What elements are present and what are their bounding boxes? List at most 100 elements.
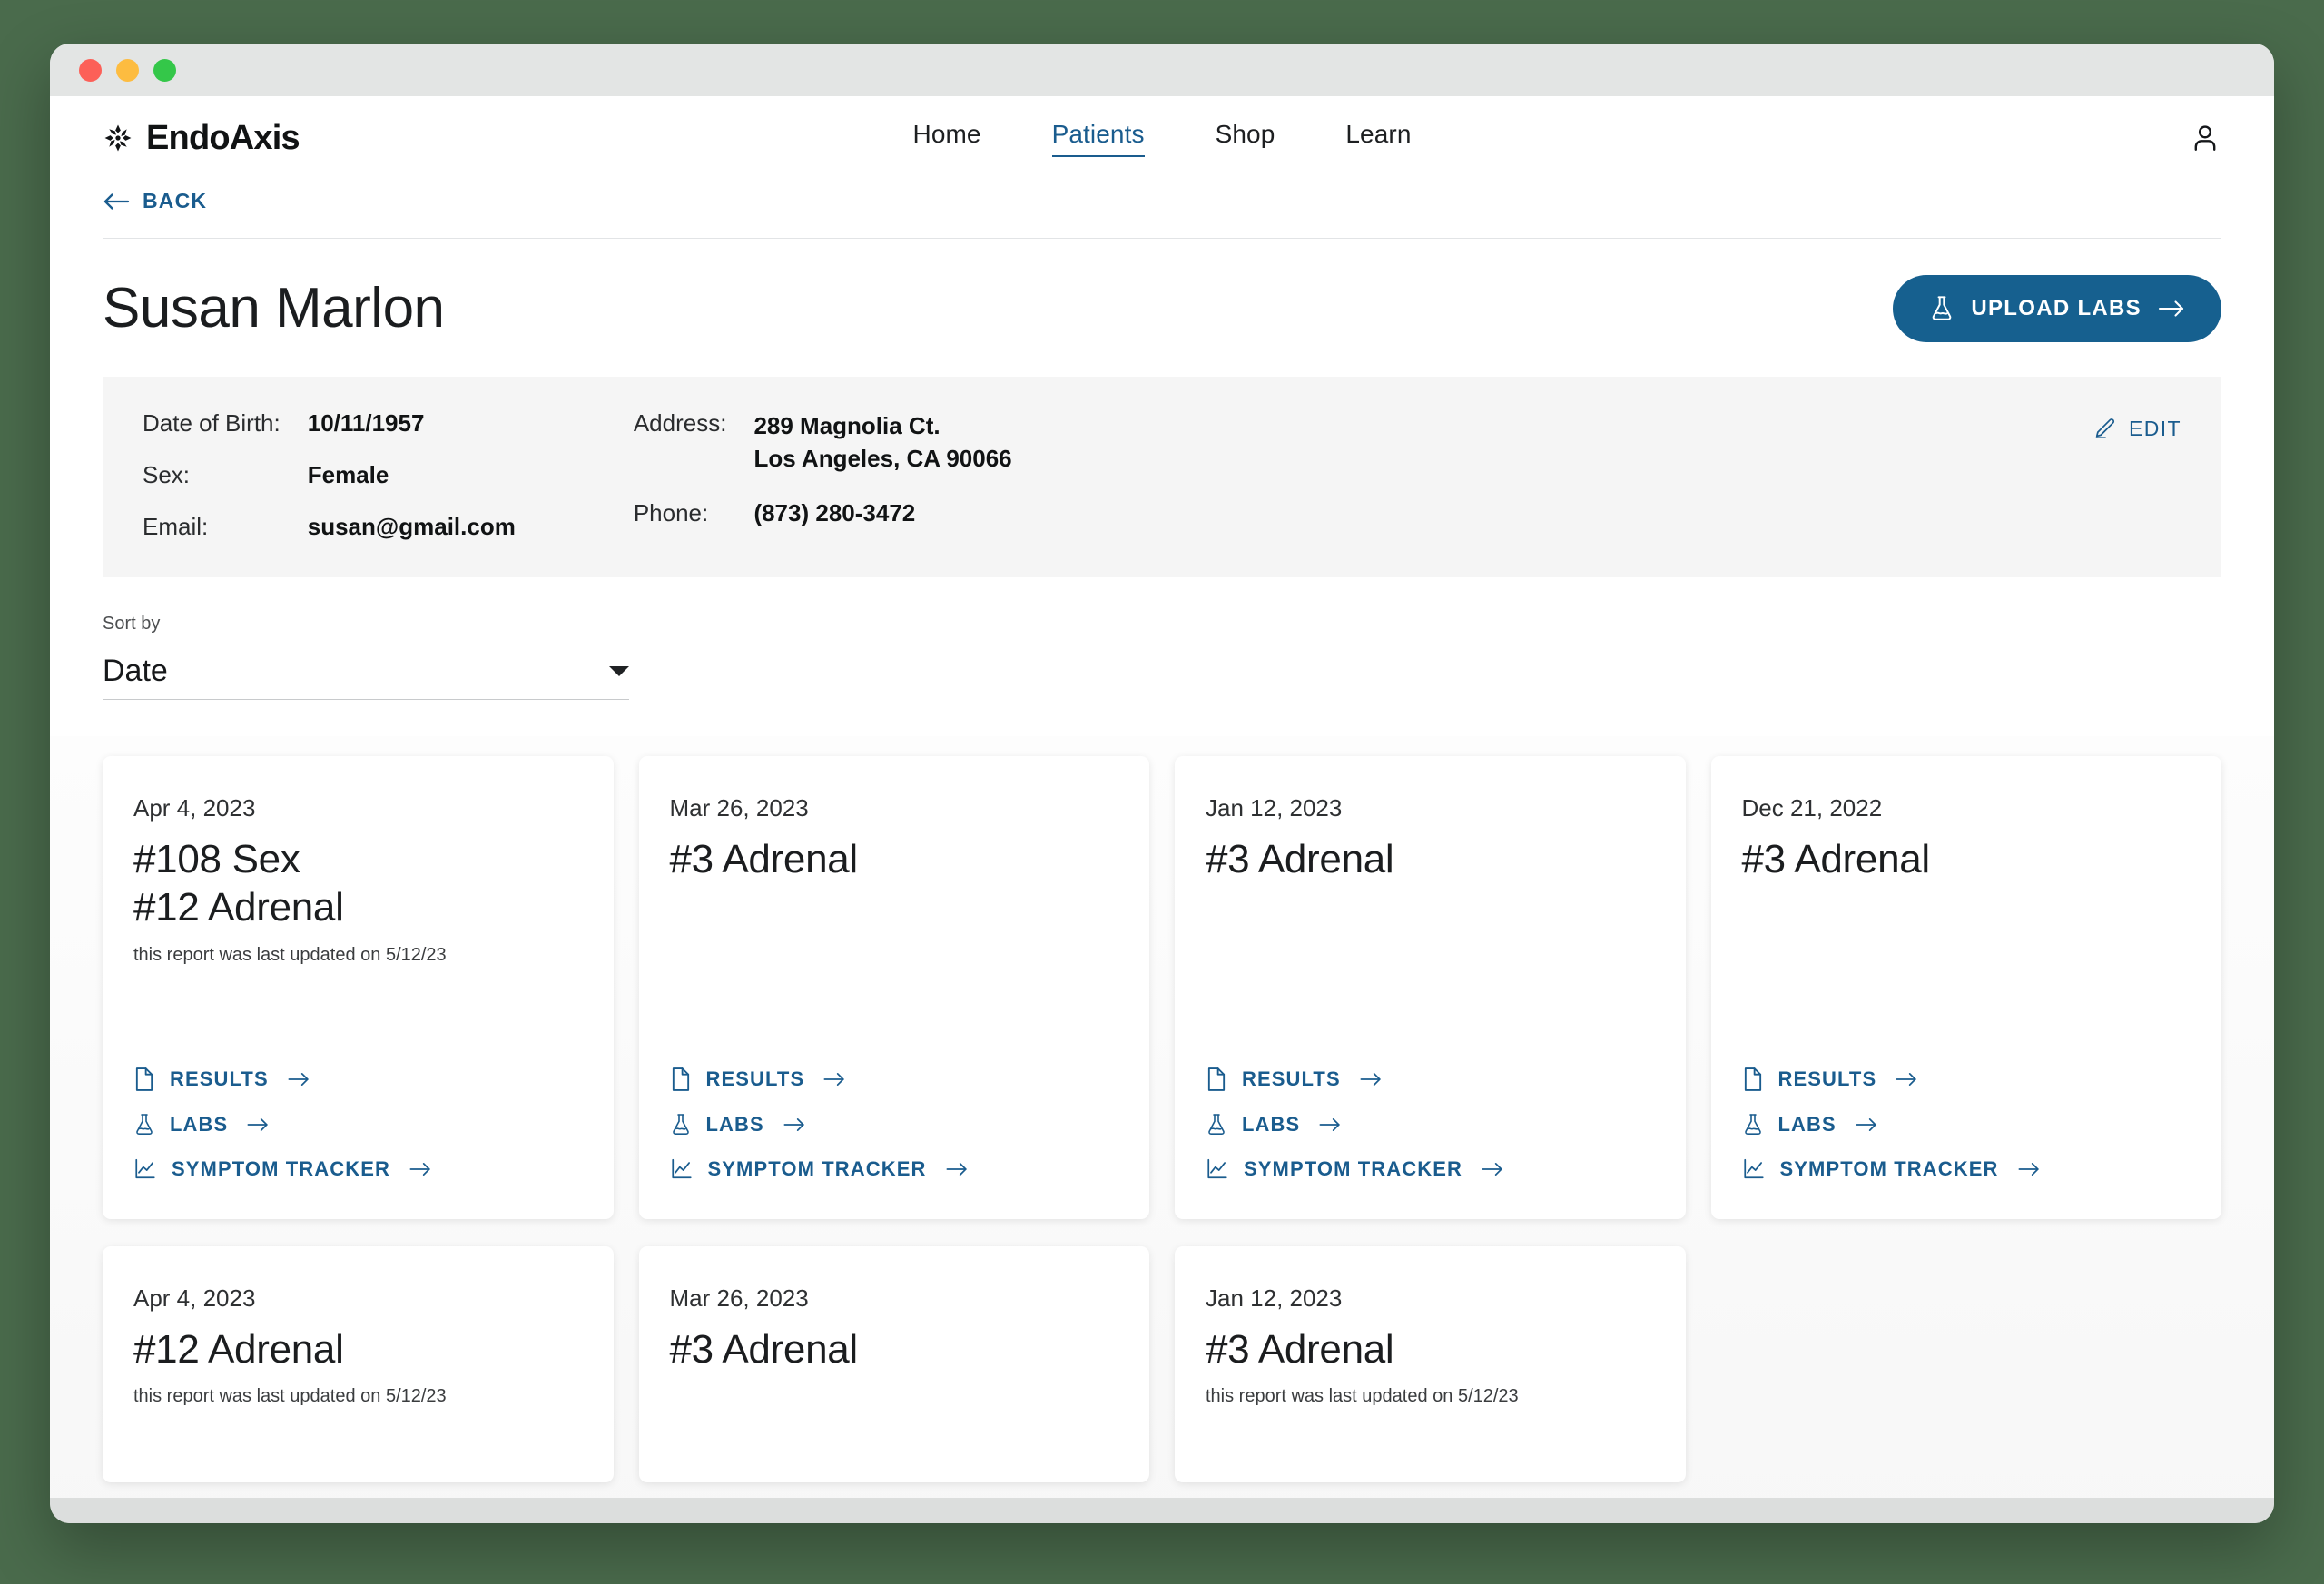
report-card-links: RESULTS LABS SYMPTOM TRACKER (1206, 1067, 1655, 1181)
report-link-label: RESULTS (1777, 1067, 1877, 1090)
sort-by-value: Date (103, 653, 168, 688)
arrow-right-icon (1895, 1071, 1918, 1087)
sex-value: Female (307, 460, 389, 488)
window-zoom-button[interactable] (153, 58, 176, 82)
report-card[interactable]: Dec 21, 2022 #3 Adrenal RESULTS LABS SYMPTOM… (1710, 755, 2221, 1219)
patient-info-left: Date of Birth: 10/11/1957 Sex: Female Em… (143, 409, 516, 541)
document-icon (133, 1067, 155, 1092)
address-value: 289 Magnolia Ct. Los Angeles, CA 90066 (753, 411, 1012, 473)
report-link-label: SYMPTOM TRACKER (707, 1156, 927, 1180)
report-link-symptom_tracker[interactable]: SYMPTOM TRACKER (1206, 1157, 1655, 1181)
page-title: Susan Marlon (103, 277, 445, 339)
sort-by-select[interactable]: Date (103, 644, 629, 700)
report-link-label: LABS (705, 1112, 764, 1136)
arrow-right-icon (1359, 1071, 1383, 1087)
edit-patient-link[interactable]: EDIT (2093, 417, 2181, 441)
starburst-logo-icon (104, 124, 132, 152)
report-last-updated: this report was last updated on 5/12/23 (1206, 1386, 1519, 1407)
patient-info-panel: Date of Birth: 10/11/1957 Sex: Female Em… (103, 376, 2221, 577)
report-link-results[interactable]: RESULTS (1206, 1067, 1655, 1092)
report-link-label: SYMPTOM TRACKER (172, 1156, 390, 1180)
report-date: Apr 4, 2023 (133, 1284, 256, 1312)
arrow-right-icon (409, 1161, 432, 1177)
report-link-labs[interactable]: LABS (1742, 1112, 2191, 1137)
arrow-left-icon (103, 192, 130, 210)
back-label: BACK (143, 189, 208, 212)
back-row: BACK (50, 180, 2274, 216)
report-card[interactable]: Apr 4, 2023 #12 Adrenal this report was la… (103, 1245, 614, 1482)
report-link-label: RESULTS (1242, 1067, 1341, 1090)
window-bottom-bar (50, 1498, 2274, 1523)
report-card-links: RESULTS LABS SYMPTOM TRACKER (670, 1067, 1119, 1181)
arrow-right-icon (246, 1117, 270, 1133)
report-date: Dec 21, 2022 (1741, 793, 1883, 822)
report-link-label: LABS (1777, 1112, 1837, 1136)
report-link-label: SYMPTOM TRACKER (1244, 1156, 1462, 1180)
report-link-results[interactable]: RESULTS (1742, 1067, 2191, 1092)
report-card-links: RESULTS LABS SYMPTOM TRACKER (1742, 1067, 2191, 1181)
flask-icon (1933, 295, 1952, 320)
report-last-updated: this report was last updated on 5/12/23 (133, 944, 447, 965)
window-minimize-button[interactable] (116, 58, 139, 82)
patient-info-right: Address: 289 Magnolia Ct. Los Angeles, C… (634, 409, 1012, 528)
back-link[interactable]: BACK (103, 189, 207, 213)
report-link-symptom_tracker[interactable]: SYMPTOM TRACKER (133, 1157, 583, 1181)
browser-window: EndoAxis Home Patients Shop Learn BACK S… (50, 44, 2274, 1523)
dob-value: 10/11/1957 (307, 408, 425, 437)
report-link-labs[interactable]: LABS (1206, 1112, 1655, 1137)
report-link-results[interactable]: RESULTS (670, 1067, 1119, 1092)
document-icon (1206, 1067, 1227, 1092)
brand-logo[interactable]: EndoAxis (103, 119, 300, 158)
report-card[interactable]: Jan 12, 2023 #3 Adrenal this report was la… (1175, 1245, 1686, 1482)
nav-item-patients[interactable]: Patients (1051, 120, 1145, 157)
report-link-labs[interactable]: LABS (670, 1112, 1119, 1137)
edit-label: EDIT (2129, 416, 2181, 440)
nav-item-learn[interactable]: Learn (1345, 120, 1411, 157)
brand-name: EndoAxis (146, 118, 300, 157)
document-icon (1742, 1067, 1764, 1092)
report-link-results[interactable]: RESULTS (133, 1067, 583, 1092)
report-link-label: LABS (170, 1112, 229, 1136)
report-title: #3 Adrenal (1741, 836, 1931, 881)
email-value: susan@gmail.com (307, 512, 516, 540)
report-title: #3 Adrenal (669, 836, 859, 881)
report-card[interactable]: Mar 26, 2023 #3 Adrenal (638, 1245, 1149, 1482)
report-card[interactable]: Jan 12, 2023 #3 Adrenal RESULTS LABS SYMPTOM… (1175, 755, 1686, 1219)
report-date: Apr 4, 2023 (133, 793, 256, 822)
report-card-links: RESULTS LABS SYMPTOM TRACKER (133, 1067, 583, 1181)
report-title: #12 Adrenal (133, 1326, 344, 1372)
flask-icon (1206, 1112, 1227, 1137)
nav-item-shop[interactable]: Shop (1216, 120, 1275, 157)
arrow-right-icon (822, 1071, 846, 1087)
document-icon (670, 1067, 692, 1092)
report-date: Mar 26, 2023 (669, 793, 809, 822)
report-date: Jan 12, 2023 (1206, 793, 1343, 822)
nav-item-home[interactable]: Home (913, 120, 981, 157)
report-date: Mar 26, 2023 (669, 1284, 809, 1312)
chevron-down-icon (609, 665, 629, 676)
report-card[interactable]: Mar 26, 2023 #3 Adrenal RESULTS LABS SYMPTOM… (638, 755, 1149, 1219)
address-label: Address: (633, 408, 727, 437)
report-link-labs[interactable]: LABS (133, 1112, 583, 1137)
window-titlebar (50, 44, 2274, 96)
report-card[interactable]: Apr 4, 2023 #108 Sex #12 Adrenal this repo… (103, 755, 614, 1219)
reports-grid-area: Apr 4, 2023 #108 Sex #12 Adrenal this repo… (50, 735, 2274, 1498)
report-link-symptom_tracker[interactable]: SYMPTOM TRACKER (670, 1157, 1119, 1181)
report-title: #3 Adrenal (1206, 1326, 1394, 1372)
arrow-right-icon (1481, 1161, 1504, 1177)
sort-control: Sort by Date (103, 614, 629, 700)
report-title: #3 Adrenal (1206, 836, 1394, 881)
line-chart-icon (133, 1157, 157, 1181)
report-link-label: SYMPTOM TRACKER (1779, 1156, 1999, 1180)
main-nav-links: Home Patients Shop Learn (50, 120, 2274, 157)
person-icon[interactable] (2189, 122, 2221, 154)
flask-icon (1742, 1112, 1764, 1137)
upload-labs-button[interactable]: UPLOAD LABS (1893, 274, 2221, 342)
report-link-symptom_tracker[interactable]: SYMPTOM TRACKER (1742, 1157, 2191, 1181)
upload-labs-label: UPLOAD LABS (1971, 295, 2142, 320)
report-last-updated: this report was last updated on 5/12/23 (133, 1386, 447, 1407)
page-viewport: EndoAxis Home Patients Shop Learn BACK S… (50, 96, 2274, 1498)
arrow-right-icon (1855, 1117, 1878, 1133)
top-navigation-bar: EndoAxis Home Patients Shop Learn (50, 96, 2274, 180)
window-close-button[interactable] (79, 58, 102, 82)
